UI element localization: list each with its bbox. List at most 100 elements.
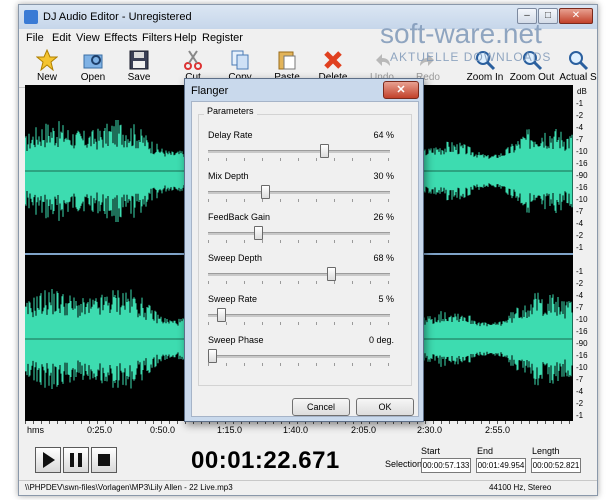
slider-track[interactable]: [208, 191, 390, 194]
save-label: Save: [127, 72, 151, 83]
db-label: -4: [576, 219, 584, 228]
menu-register[interactable]: Register: [202, 32, 243, 44]
slider-thumb[interactable]: [217, 308, 226, 322]
slider-thumb[interactable]: [261, 185, 270, 199]
slider-track[interactable]: [208, 150, 390, 153]
db-label: -16: [576, 327, 588, 336]
slider-thumb[interactable]: [327, 267, 336, 281]
slider-ticks: [208, 199, 390, 202]
param-name: Sweep Depth: [208, 253, 263, 263]
dialog-close-button[interactable]: ✕: [383, 81, 419, 99]
param-name: Mix Depth: [208, 171, 249, 181]
watermark-logo: soft-ware.net: [380, 18, 542, 49]
slider-track[interactable]: [208, 273, 390, 276]
param-value: 5 %: [378, 294, 394, 304]
db-unit: dB: [577, 87, 587, 96]
param-value: 26 %: [373, 212, 394, 222]
star-new-icon: [36, 49, 58, 71]
selection-label: Selection: [385, 459, 423, 469]
param-sweep-depth: Sweep Depth 68 %: [208, 253, 394, 293]
ok-button[interactable]: OK: [356, 398, 414, 416]
param-value: 0 deg.: [368, 335, 394, 345]
new-button[interactable]: New: [24, 49, 70, 85]
param-name: FeedBack Gain: [208, 212, 271, 222]
timeline-label: 2:30.0: [417, 425, 443, 435]
new-label: New: [36, 72, 57, 83]
actual-size-button[interactable]: Actual S: [555, 49, 597, 85]
db-label: -4: [576, 291, 584, 300]
param-sweep-rate: Sweep Rate 5 %: [208, 294, 394, 334]
menu-effects[interactable]: Effects: [104, 32, 137, 44]
end-label: End: [477, 446, 494, 456]
db-label: -90: [576, 171, 588, 180]
slider-thumb[interactable]: [320, 144, 329, 158]
slider-thumb[interactable]: [254, 226, 263, 240]
save-button[interactable]: Save: [116, 49, 162, 85]
timeline-unit: hms: [27, 425, 45, 435]
selection-start-field[interactable]: 00:00:57.133: [421, 458, 471, 473]
slider-thumb[interactable]: [208, 349, 217, 363]
cancel-button[interactable]: Cancel: [292, 398, 350, 416]
slider-track[interactable]: [208, 232, 390, 235]
db-label: -16: [576, 183, 588, 192]
pause-button[interactable]: [63, 447, 89, 473]
copy-icon: [231, 50, 249, 70]
param-mix-depth: Mix Depth 30 %: [208, 171, 394, 211]
db-label: -1: [576, 411, 584, 420]
db-label: -10: [576, 315, 588, 324]
timeline-label: 0:50.0: [150, 425, 176, 435]
slider-ticks: [208, 322, 390, 325]
actual-size-label: Actual S: [559, 72, 597, 83]
selection-length-field[interactable]: 00:00:52.821: [531, 458, 581, 473]
db-label: -10: [576, 147, 588, 156]
delete-x-icon: [324, 51, 342, 69]
play-button[interactable]: [35, 447, 61, 473]
stop-icon: [98, 454, 110, 466]
paste-icon: [278, 51, 296, 70]
window-title: DJ Audio Editor - Unregistered: [43, 11, 192, 23]
menu-view[interactable]: View: [76, 32, 100, 44]
db-label: -10: [576, 195, 588, 204]
actual-size-icon: [569, 51, 589, 71]
db-label: -7: [576, 135, 584, 144]
timeline-ruler[interactable]: hms 0:25.0 0:50.0 1:15.0 1:40.0 2:05.0 2…: [25, 421, 573, 439]
parameters-group-label: Parameters: [204, 106, 257, 116]
slider-track[interactable]: [208, 355, 390, 358]
menu-file[interactable]: File: [26, 32, 44, 44]
app-icon: [24, 10, 38, 24]
open-folder-icon: [83, 54, 103, 69]
db-label: -16: [576, 351, 588, 360]
db-label: -1: [576, 99, 584, 108]
db-label: -16: [576, 159, 588, 168]
param-value: 68 %: [373, 253, 394, 263]
db-label: -2: [576, 111, 584, 120]
db-label: -90: [576, 339, 588, 348]
zoom-in-label: Zoom In: [466, 72, 504, 83]
db-label: -7: [576, 303, 584, 312]
dialog-body: Parameters Delay Rate 64 % Mix Depth 30 …: [191, 101, 419, 417]
db-label: -7: [576, 375, 584, 384]
open-button[interactable]: Open: [70, 49, 116, 85]
timeline-label: 2:05.0: [351, 425, 377, 435]
slider-ticks: [208, 363, 390, 366]
param-feedback-gain: FeedBack Gain 26 %: [208, 212, 394, 252]
close-icon: ✕: [396, 84, 406, 96]
db-label: -2: [576, 279, 584, 288]
current-time-display: 00:01:22.671: [191, 447, 340, 474]
db-label: -1: [576, 243, 584, 252]
watermark-tagline: AKTUELLE DOWNLOADS: [390, 50, 552, 64]
stop-button[interactable]: [91, 447, 117, 473]
menu-filters[interactable]: Filters: [142, 32, 172, 44]
close-button[interactable]: ✕: [559, 8, 593, 24]
menu-edit[interactable]: Edit: [52, 32, 71, 44]
timeline-label: 1:15.0: [217, 425, 243, 435]
play-icon: [43, 452, 55, 468]
db-label: -2: [576, 231, 584, 240]
param-value: 64 %: [373, 130, 394, 140]
start-label: Start: [421, 446, 441, 456]
selection-end-field[interactable]: 00:01:49.954: [476, 458, 526, 473]
floppy-disk-icon: [129, 50, 149, 70]
menu-help[interactable]: Help: [174, 32, 197, 44]
db-scale: dB -1 -2 -4 -7 -10 -16 -90 -16 -10 -7 -4 -2 -1 -1 -2 -…: [573, 85, 597, 421]
slider-track[interactable]: [208, 314, 390, 317]
